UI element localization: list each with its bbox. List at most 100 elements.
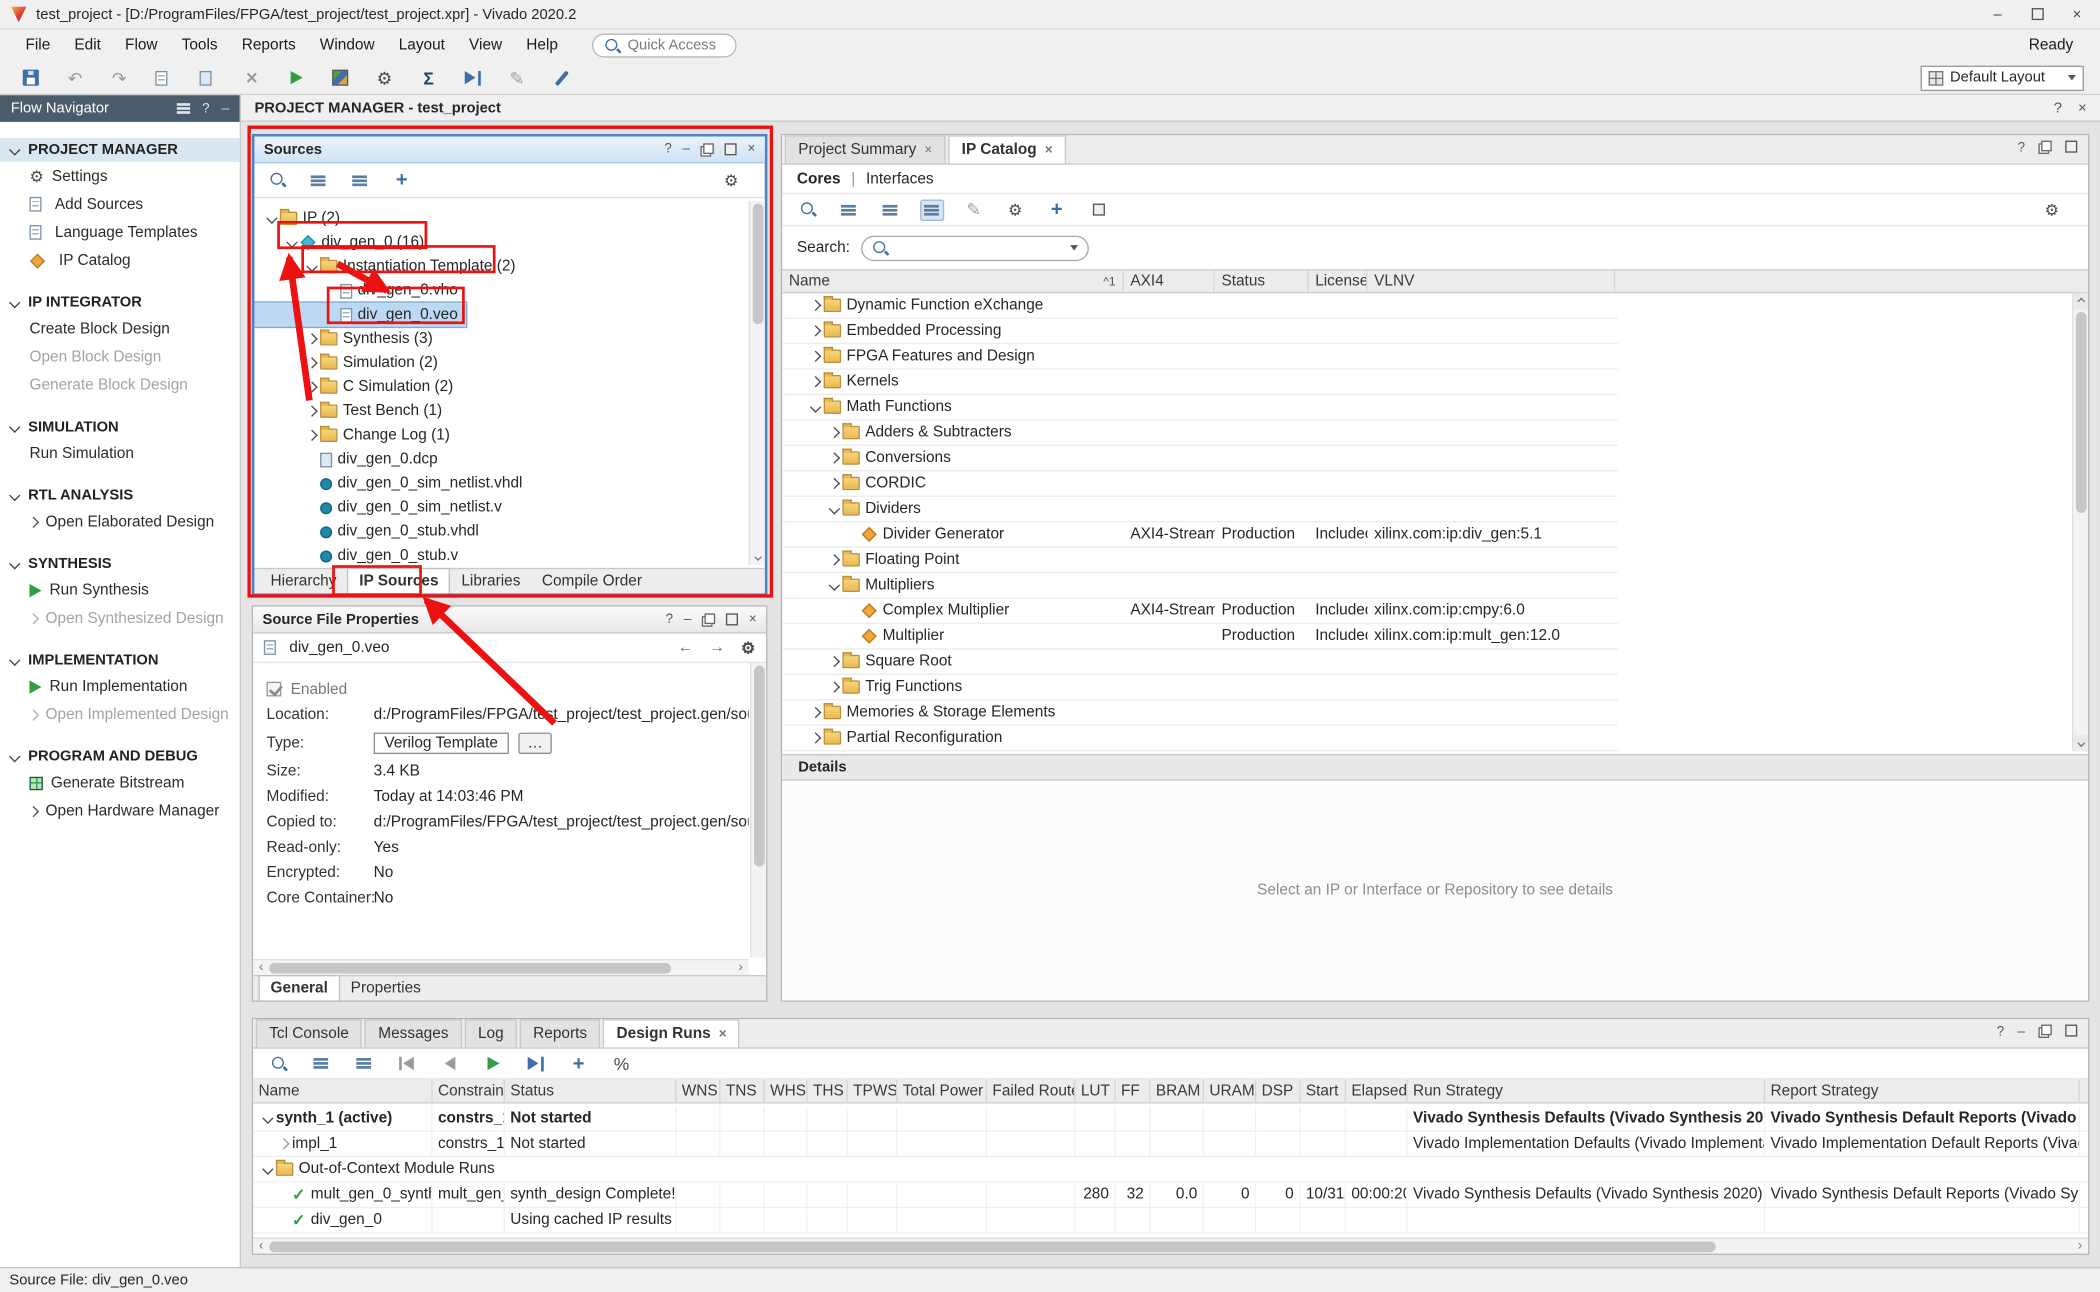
column-header-license[interactable]: License — [1308, 271, 1367, 292]
flownav-item-generate-bitstream[interactable]: Generate Bitstream — [0, 769, 240, 797]
scroll-right-icon[interactable]: › — [2072, 1240, 2088, 1253]
expand-toggle[interactable] — [258, 1114, 275, 1122]
maximize-panel-icon[interactable] — [726, 613, 738, 625]
collapse-all-icon[interactable] — [309, 1051, 333, 1075]
add-sources-icon[interactable]: + — [390, 168, 414, 192]
type-browse-button[interactable]: … — [518, 732, 552, 753]
menu-file[interactable]: File — [13, 33, 62, 57]
sources-tree-item-change-log-1[interactable]: Change Log (1) — [254, 423, 747, 447]
maximize-window-icon[interactable] — [2031, 8, 2043, 20]
flownav-item-settings[interactable]: ⚙Settings — [0, 162, 240, 190]
close-window-icon[interactable]: × — [2073, 6, 2082, 22]
column-header-start[interactable]: Start — [1300, 1079, 1346, 1102]
menu-layout[interactable]: Layout — [387, 33, 457, 57]
run-row-impl-1[interactable]: impl_1constrs_1Not startedVivado Impleme… — [253, 1132, 2088, 1157]
scrollbar-thumb[interactable] — [752, 204, 763, 325]
sum-icon[interactable]: Σ — [417, 66, 441, 90]
scrollbar-thumb[interactable] — [269, 962, 671, 973]
close-panel-icon[interactable]: × — [749, 612, 757, 627]
scroll-left-icon[interactable]: ‹ — [253, 1240, 269, 1253]
column-header-ths[interactable]: THS — [808, 1079, 848, 1102]
scroll-right-icon[interactable]: › — [733, 961, 749, 974]
sources-tree-item-div-gen-0-vho[interactable]: div_gen_0.vho — [254, 279, 747, 303]
tab-tcl-console[interactable]: Tcl Console — [256, 1019, 362, 1047]
column-header-ff[interactable]: FF — [1116, 1079, 1151, 1102]
flownav-item-run-implementation[interactable]: Run Implementation — [0, 672, 240, 700]
details-toggle-icon[interactable] — [1086, 198, 1110, 222]
flownav-item-create-block-design[interactable]: Create Block Design — [0, 315, 240, 343]
run-icon[interactable] — [284, 66, 308, 90]
previous-object-icon[interactable]: ← — [678, 640, 693, 656]
create-runs-icon[interactable]: + — [567, 1051, 591, 1075]
properties-scrollbar[interactable] — [750, 663, 766, 958]
minimize-window-icon[interactable]: – — [1993, 6, 2001, 22]
minimize-panel-icon[interactable]: – — [2018, 1025, 2025, 1040]
catalog-row-multipliers[interactable]: Multipliers — [782, 573, 1618, 598]
column-header-wns[interactable]: WNS — [676, 1079, 720, 1102]
step-back-icon[interactable] — [438, 1051, 462, 1075]
add-repository-icon[interactable]: + — [1045, 198, 1069, 222]
flownav-item-run-synthesis[interactable]: Run Synthesis — [0, 576, 240, 604]
expand-toggle[interactable] — [806, 708, 823, 716]
expand-toggle[interactable] — [825, 658, 842, 666]
scrollbar-thumb[interactable] — [269, 1241, 1715, 1252]
flownav-item-run-simulation[interactable]: Run Simulation — [0, 439, 240, 467]
quick-access-search[interactable]: Quick Access — [591, 33, 736, 57]
column-header-status[interactable]: Status — [505, 1079, 676, 1102]
expand-toggle[interactable] — [263, 214, 280, 222]
column-header-dsp[interactable]: DSP — [1256, 1079, 1300, 1102]
catalog-row-embedded-processing[interactable]: Embedded Processing — [782, 319, 1618, 344]
expand-toggle[interactable] — [806, 301, 823, 309]
flownav-item-open-synthesized-design[interactable]: Open Synthesized Design — [0, 604, 240, 632]
flownav-section-program-and-debug[interactable]: PROGRAM AND DEBUG — [0, 745, 240, 769]
flownav-section-ip-integrator[interactable]: IP INTEGRATOR — [0, 291, 240, 315]
catalog-row-complex-multiplier[interactable]: Complex MultiplierAXI4-StreamProductionI… — [782, 599, 1618, 624]
expand-toggle[interactable] — [275, 1140, 292, 1148]
catalog-scrollbar[interactable] — [2072, 293, 2088, 751]
catalog-row-math-functions[interactable]: Math Functions — [782, 395, 1618, 420]
sources-tree-item-div-gen-0-16[interactable]: div_gen_0 (16) — [254, 230, 747, 254]
sources-tree-item-ip-2[interactable]: IP (2) — [254, 206, 747, 230]
sources-panel-header[interactable]: Sources ? – × — [254, 137, 764, 164]
tab-compile-order[interactable]: Compile Order — [531, 569, 653, 593]
catalog-search-input[interactable] — [861, 235, 1089, 260]
undo-icon[interactable]: ↶ — [63, 66, 87, 90]
expand-toggle[interactable] — [825, 683, 842, 691]
edit-icon[interactable]: ✎ — [505, 66, 529, 90]
properties-panel-header[interactable]: Source File Properties ? – × — [253, 607, 766, 634]
tab-properties[interactable]: Properties — [340, 976, 432, 1000]
help-icon[interactable]: ? — [2054, 100, 2062, 116]
redo-icon[interactable]: ↷ — [107, 66, 131, 90]
search-icon[interactable] — [265, 168, 289, 192]
details-header[interactable]: Details — [782, 754, 2088, 781]
collapse-all-icon[interactable] — [837, 198, 861, 222]
column-header-whs[interactable]: WHS — [765, 1079, 808, 1102]
tab-reports[interactable]: Reports — [520, 1019, 601, 1047]
expand-toggle[interactable] — [806, 734, 823, 742]
sources-tree-item-test-bench-1[interactable]: Test Bench (1) — [254, 399, 747, 423]
catalog-row-dividers[interactable]: Dividers — [782, 497, 1618, 522]
expand-toggle[interactable] — [825, 505, 842, 513]
expand-toggle[interactable] — [283, 238, 300, 246]
flownav-section-synthesis[interactable]: SYNTHESIS — [0, 552, 240, 576]
tab-project-summary[interactable]: Project Summary× — [785, 135, 946, 163]
expand-toggle[interactable] — [303, 263, 320, 271]
tab-general[interactable]: General — [258, 975, 339, 1000]
column-header-report-strategy[interactable]: Report Strategy — [1765, 1079, 2080, 1102]
column-header-lut[interactable]: LUT — [1075, 1079, 1115, 1102]
expand-all-icon[interactable] — [352, 1051, 376, 1075]
step-icon[interactable] — [461, 66, 485, 90]
float-panel-icon[interactable] — [701, 143, 714, 156]
catalog-row-multiplier[interactable]: MultiplierProductionIncludedxilinx.com:i… — [782, 624, 1618, 649]
tab-log[interactable]: Log — [465, 1019, 517, 1047]
flownav-item-open-elaborated-design[interactable]: Open Elaborated Design — [0, 508, 240, 536]
tab-design-runs[interactable]: Design Runs× — [603, 1019, 740, 1047]
scroll-left-icon[interactable]: ‹ — [253, 961, 269, 974]
catalog-row-fpga-features-and-design[interactable]: FPGA Features and Design — [782, 344, 1618, 369]
scrollbar-thumb[interactable] — [2075, 312, 2086, 513]
tab-ip-catalog[interactable]: IP Catalog× — [948, 135, 1066, 163]
catalog-row-dynamic-function-exchange[interactable]: Dynamic Function eXchange — [782, 293, 1618, 318]
minimize-panel-icon[interactable]: – — [682, 142, 689, 157]
sources-tree-item-div-gen-0-sim-netlist-v[interactable]: div_gen_0_sim_netlist.v — [254, 496, 747, 520]
flownav-item-ip-catalog[interactable]: IP Catalog — [0, 246, 240, 274]
